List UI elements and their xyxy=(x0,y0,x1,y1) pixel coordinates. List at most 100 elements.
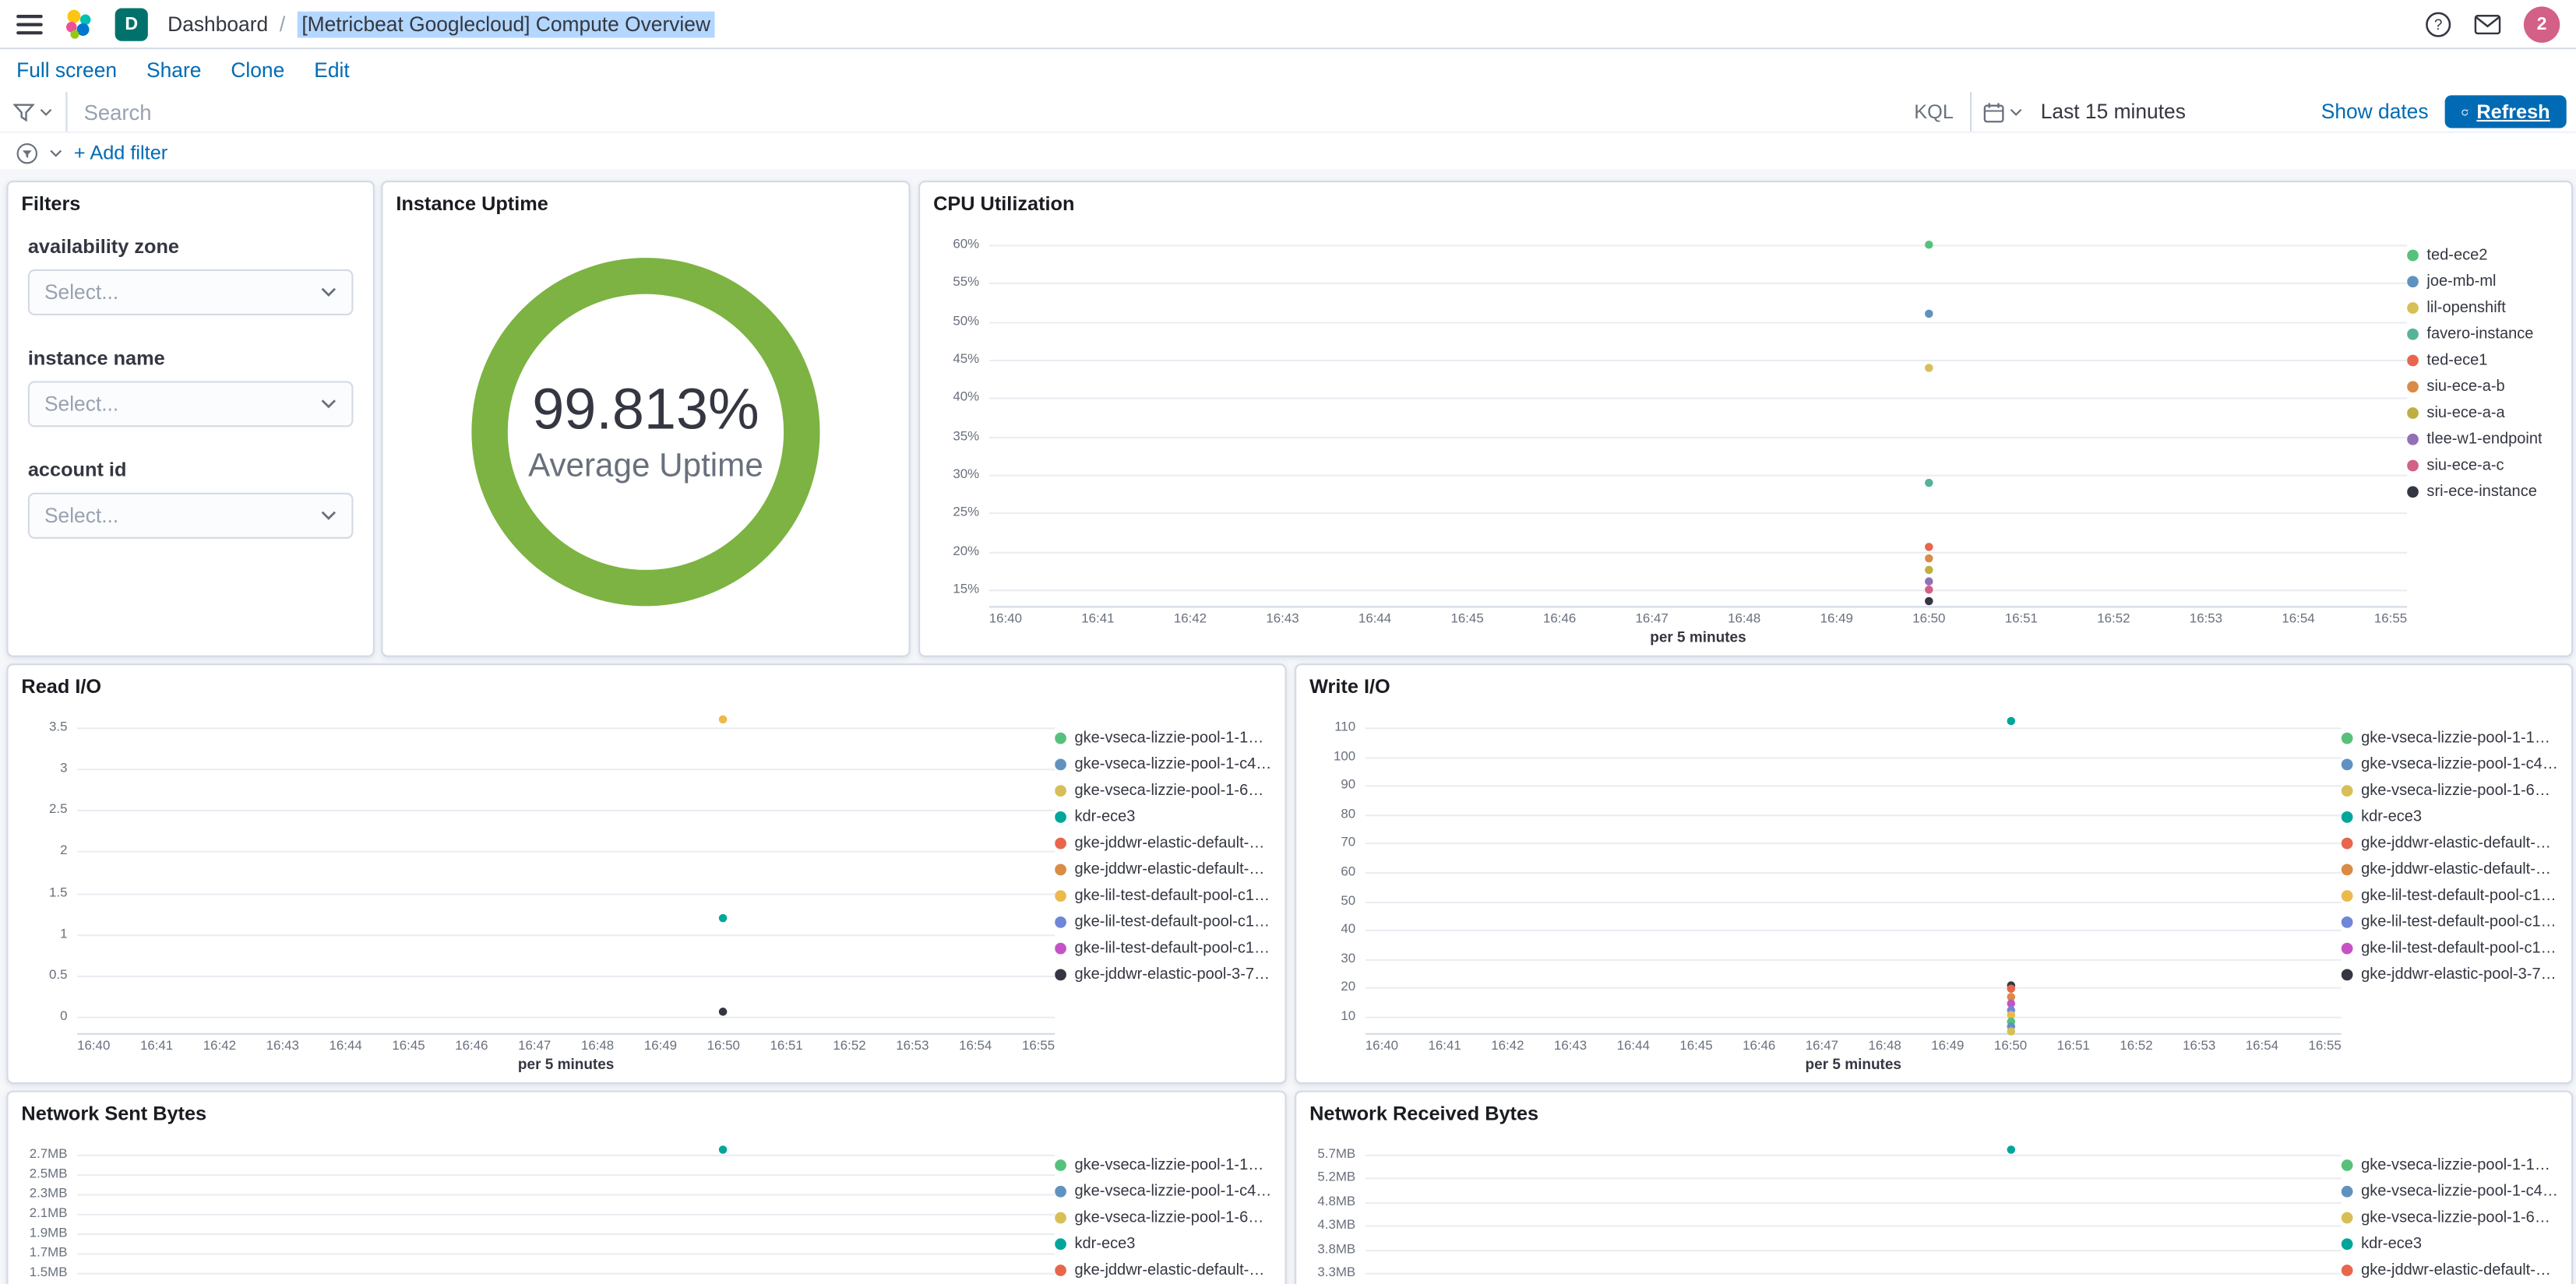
availability-zone-label: availability zone xyxy=(27,234,180,259)
legend-item[interactable]: gke-vseca-lizzie-pool-1-1877… xyxy=(2341,724,2558,751)
legend-item[interactable]: sri-ece-instance xyxy=(2407,478,2558,505)
instance-name-select[interactable]: Select... xyxy=(27,381,354,427)
menu-hamburger-icon[interactable] xyxy=(16,12,43,36)
legend-item[interactable]: joe-mb-ml xyxy=(2407,268,2558,294)
legend-item[interactable]: gke-jddwr-elastic-pool-3-74… xyxy=(1055,961,1272,987)
share-button[interactable]: Share xyxy=(146,59,201,83)
legend-item[interactable]: favero-instance xyxy=(2407,320,2558,347)
legend-item[interactable]: lil-openshift xyxy=(2407,294,2558,321)
uptime-caption: Average Uptime xyxy=(528,448,763,485)
refresh-button[interactable]: Refresh xyxy=(2444,95,2567,128)
x-tick-label: 16:44 xyxy=(1358,610,1392,626)
data-point[interactable] xyxy=(2006,1145,2015,1154)
legend-item[interactable]: gke-vseca-lizzie-pool-1-630… xyxy=(1055,1204,1272,1230)
data-point[interactable] xyxy=(1925,309,1933,318)
filter-bar: + Add filter xyxy=(0,132,2576,174)
legend-item[interactable]: siu-ece-a-c xyxy=(2407,452,2558,478)
y-tick-label: 40 xyxy=(1341,921,1356,937)
legend-item[interactable]: siu-ece-a-b xyxy=(2407,373,2558,399)
legend-item[interactable]: gke-vseca-lizzie-pool-1-630… xyxy=(2341,777,2558,804)
add-filter-button[interactable]: + Add filter xyxy=(74,141,167,164)
legend-item[interactable]: gke-lil-test-default-pool-c1e… xyxy=(2341,882,2558,909)
filter-options-button[interactable] xyxy=(16,142,38,164)
data-point[interactable] xyxy=(1925,478,1933,487)
data-point[interactable] xyxy=(719,715,728,724)
legend-label: gke-vseca-lizzie-pool-1-c417… xyxy=(1074,1181,1272,1200)
legend-item[interactable]: gke-vseca-lizzie-pool-1-1877… xyxy=(1055,1152,1272,1178)
elastic-logo[interactable] xyxy=(62,7,95,40)
legend-item[interactable]: gke-vseca-lizzie-pool-1-1877… xyxy=(1055,724,1272,751)
user-avatar[interactable]: 2 xyxy=(2523,5,2560,42)
legend-item[interactable]: ted-ece2 xyxy=(2407,241,2558,268)
legend-item[interactable]: gke-jddwr-elastic-default-po… xyxy=(1055,1257,1272,1283)
data-point[interactable] xyxy=(2006,717,2015,726)
kql-language-button[interactable]: KQL xyxy=(1914,100,1954,124)
legend-item[interactable]: gke-lil-test-default-pool-c1e… xyxy=(2341,908,2558,934)
legend-item[interactable]: gke-lil-test-default-pool-c1e… xyxy=(1055,882,1272,909)
y-tick-label: 2.7MB xyxy=(29,1146,68,1162)
breadcrumb-dashboard[interactable]: Dashboard xyxy=(167,12,268,36)
x-tick-label: 16:53 xyxy=(896,1038,929,1054)
legend-item[interactable]: gke-lil-test-default-pool-c1e… xyxy=(1055,908,1272,934)
gridline xyxy=(988,359,2408,362)
y-tick-label: 10 xyxy=(1341,1008,1356,1024)
legend-item[interactable]: gke-jddwr-elastic-default-po… xyxy=(2341,829,2558,856)
account-id-select[interactable]: Select... xyxy=(27,492,354,539)
gridline xyxy=(1365,1225,2342,1228)
data-point[interactable] xyxy=(719,913,728,922)
legend-item[interactable]: tlee-w1-endpoint xyxy=(2407,425,2558,452)
legend-item[interactable]: gke-vseca-lizzie-pool-1-1877… xyxy=(2341,1152,2559,1178)
help-icon[interactable]: ? xyxy=(2425,11,2451,37)
legend-color-dot xyxy=(1055,1211,1066,1223)
legend-item[interactable]: gke-jddwr-elastic-default-po… xyxy=(1055,829,1272,856)
clone-button[interactable]: Clone xyxy=(231,59,284,83)
legend-label: gke-vseca-lizzie-pool-1-1877… xyxy=(2361,1155,2559,1174)
legend-item[interactable]: kdr-ece3 xyxy=(2341,1230,2558,1257)
legend-color-dot xyxy=(2341,758,2353,770)
show-dates-button[interactable]: Show dates xyxy=(2321,100,2445,124)
legend-item[interactable]: gke-lil-test-default-pool-c1e… xyxy=(1055,934,1272,961)
legend-item[interactable]: gke-vseca-lizzie-pool-1-c417… xyxy=(1055,1177,1272,1204)
legend-label: siu-ece-a-b xyxy=(2426,377,2505,396)
data-point[interactable] xyxy=(1925,585,1933,594)
chevron-down-icon[interactable] xyxy=(49,149,62,157)
panel-title: CPU Utilization xyxy=(933,192,1075,216)
legend-item[interactable]: kdr-ece3 xyxy=(1055,803,1271,829)
data-point[interactable] xyxy=(1925,596,1933,606)
gridline xyxy=(988,436,2408,438)
date-quick-select-button[interactable] xyxy=(1972,101,2034,122)
data-point[interactable] xyxy=(1925,363,1933,372)
data-point[interactable] xyxy=(1925,241,1933,249)
legend-item[interactable]: gke-jddwr-elastic-default-po… xyxy=(1055,856,1272,882)
legend-item[interactable]: gke-jddwr-elastic-default-po… xyxy=(2341,1257,2558,1283)
availability-zone-select[interactable]: Select... xyxy=(27,269,354,315)
edit-button[interactable]: Edit xyxy=(314,59,349,83)
data-point[interactable] xyxy=(1925,554,1933,564)
search-input[interactable]: Search KQL xyxy=(67,92,1970,132)
full-screen-button[interactable]: Full screen xyxy=(16,59,117,83)
legend-item[interactable]: gke-vseca-lizzie-pool-1-630… xyxy=(1055,777,1272,804)
gridline xyxy=(988,283,2408,285)
legend-item[interactable]: ted-ece1 xyxy=(2407,347,2558,373)
data-point[interactable] xyxy=(1925,543,1933,552)
legend-item[interactable]: gke-jddwr-elastic-pool-3-74… xyxy=(2341,961,2558,987)
legend-item[interactable]: kdr-ece3 xyxy=(2341,803,2558,829)
legend-item[interactable]: gke-vseca-lizzie-pool-1-630… xyxy=(2341,1204,2559,1230)
legend-item[interactable]: siu-ece-a-a xyxy=(2407,399,2558,426)
legend-item[interactable]: gke-vseca-lizzie-pool-1-c417… xyxy=(2341,1177,2558,1204)
data-point[interactable] xyxy=(1925,566,1933,575)
legend-item[interactable]: gke-vseca-lizzie-pool-1-c417… xyxy=(2341,751,2558,777)
mail-icon[interactable] xyxy=(2474,13,2501,34)
legend-label: gke-vseca-lizzie-pool-1-630… xyxy=(2361,1208,2559,1226)
legend-item[interactable]: gke-vseca-lizzie-pool-1-c417… xyxy=(1055,751,1272,777)
space-badge[interactable]: D xyxy=(115,7,148,40)
legend-color-dot xyxy=(2341,1159,2353,1170)
legend-item[interactable]: gke-lil-test-default-pool-c1e… xyxy=(2341,934,2558,961)
legend-item[interactable]: gke-jddwr-elastic-default-po… xyxy=(2341,856,2558,882)
data-point[interactable] xyxy=(719,1008,728,1017)
legend-label: gke-jddwr-elastic-default-po… xyxy=(1074,860,1272,878)
data-point[interactable] xyxy=(719,1145,728,1154)
time-range-display[interactable]: Last 15 minutes xyxy=(2034,100,2321,124)
saved-query-menu-button[interactable] xyxy=(0,92,68,132)
legend-item[interactable]: kdr-ece3 xyxy=(1055,1230,1271,1257)
